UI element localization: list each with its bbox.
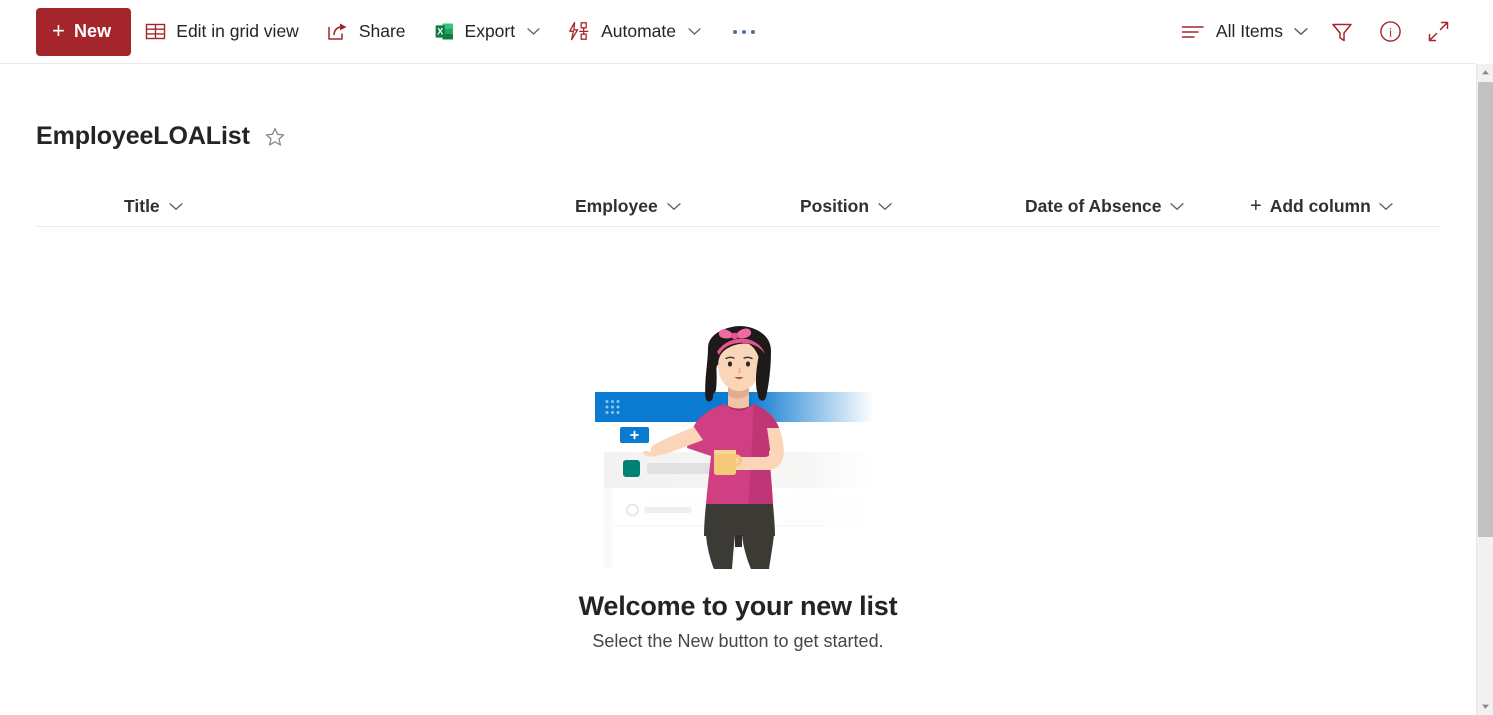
chevron-down-icon (527, 27, 540, 36)
chevron-down-icon (1379, 202, 1393, 211)
excel-icon: X (434, 21, 455, 42)
empty-state-subtitle: Select the New button to get started. (592, 631, 884, 651)
sharepoint-list-page: + New Edit in grid view Share X Export A… (0, 0, 1493, 715)
more-horizontal-icon (733, 29, 738, 34)
info-button[interactable]: i (1366, 8, 1414, 56)
export-button[interactable]: X Export (420, 9, 555, 55)
list-title-row: EmployeeLOAList (0, 65, 1476, 151)
more-horizontal-icon (742, 29, 747, 34)
edit-in-grid-view-label: Edit in grid view (176, 21, 299, 41)
chevron-down-icon (1294, 27, 1308, 36)
filter-funnel-icon (1330, 20, 1354, 44)
favorite-button[interactable] (262, 124, 288, 150)
command-bar-left-group: + New Edit in grid view Share X Export A… (36, 7, 767, 56)
column-header-label: Position (800, 195, 870, 216)
add-column-label: Add column (1269, 195, 1371, 216)
new-button-label: New (73, 21, 112, 41)
add-column-button[interactable]: + Add column (1250, 185, 1393, 227)
export-label: Export (464, 21, 516, 41)
filter-button[interactable] (1318, 8, 1366, 56)
woman-with-mug-and-list-app-illustration (593, 324, 883, 569)
share-button[interactable]: Share (313, 9, 420, 55)
command-bar: + New Edit in grid view Share X Export A… (0, 0, 1476, 64)
info-icon-letter: i (1388, 24, 1392, 39)
share-arrow-icon (327, 22, 349, 42)
view-selector-button[interactable]: All Items (1173, 9, 1318, 55)
chevron-down-icon (878, 202, 892, 211)
command-bar-right-group: All Items i (1173, 8, 1462, 56)
scroll-up-arrow-icon[interactable] (1477, 64, 1493, 81)
scroll-thumb[interactable] (1478, 82, 1493, 537)
plus-icon: + (52, 18, 65, 43)
info-circle-icon: i (1378, 19, 1403, 44)
more-horizontal-icon (751, 29, 756, 34)
empty-state-title: Welcome to your new list (578, 591, 898, 621)
grid-table-icon (145, 21, 166, 42)
chevron-down-icon (1170, 202, 1185, 211)
column-header-date-of-absence[interactable]: Date of Absence (1025, 185, 1185, 227)
column-header-label: Title (124, 195, 160, 216)
expand-button[interactable] (1414, 8, 1462, 56)
chevron-down-icon (667, 202, 681, 211)
automate-label: Automate (601, 21, 677, 41)
list-page-body: EmployeeLOAList Title Employee Position … (0, 65, 1476, 715)
excel-icon-letter: X (437, 26, 443, 36)
page-title: EmployeeLOAList (36, 122, 250, 150)
view-selector-label: All Items (1215, 21, 1283, 41)
column-header-label: Date of Absence (1025, 195, 1162, 216)
column-header-label: Employee (575, 195, 658, 216)
star-outline-icon (264, 126, 286, 148)
view-list-icon (1181, 23, 1205, 41)
column-header-employee[interactable]: Employee (575, 185, 681, 227)
automate-button[interactable]: Automate (554, 9, 715, 55)
chevron-down-icon (168, 202, 183, 211)
plus-icon: + (1250, 195, 1262, 217)
column-header-title[interactable]: Title (124, 185, 183, 227)
vertical-scrollbar[interactable] (1476, 64, 1493, 715)
list-column-headers: Title Employee Position Date of Absence (36, 185, 1440, 227)
empty-state: Welcome to your new list Select the New … (0, 324, 1476, 652)
more-options-button[interactable] (721, 9, 767, 55)
chevron-down-icon (688, 27, 701, 36)
expand-diagonal-icon (1426, 19, 1451, 44)
automate-flow-icon (568, 21, 591, 42)
scroll-down-arrow-icon[interactable] (1477, 698, 1493, 715)
column-header-position[interactable]: Position (800, 185, 892, 227)
new-button[interactable]: + New (36, 7, 132, 56)
share-label: Share (358, 21, 406, 41)
edit-in-grid-view-button[interactable]: Edit in grid view (131, 9, 313, 55)
